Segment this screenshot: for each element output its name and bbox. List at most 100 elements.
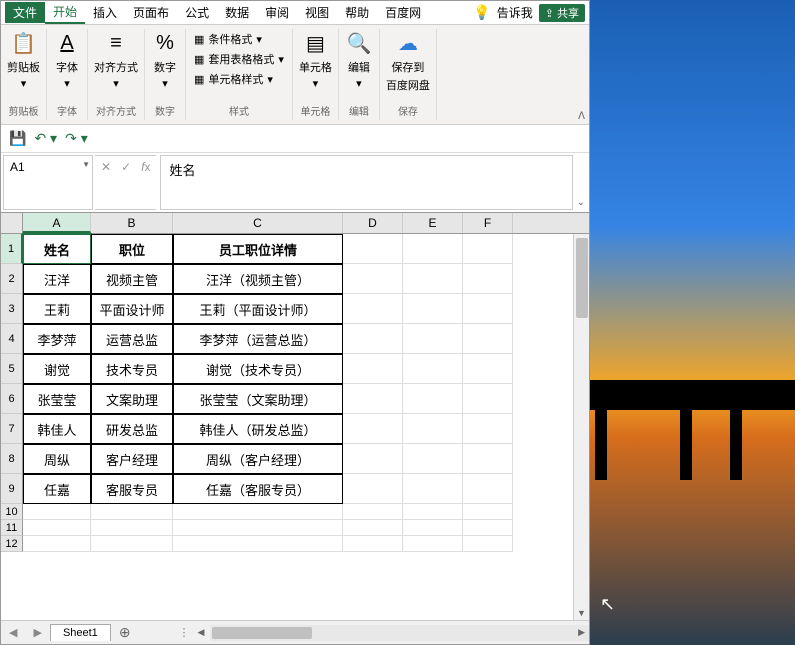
collapse-ribbon-icon[interactable]: ᐱ [578,111,585,122]
col-header-E[interactable]: E [403,213,463,233]
cell-E7[interactable] [403,414,463,444]
cell-B9[interactable]: 客服专员 [91,474,173,504]
share-button[interactable]: ⇪ 共享 [539,4,585,22]
col-header-D[interactable]: D [343,213,403,233]
row-header-10[interactable]: 10 [1,504,23,520]
cell-F4[interactable] [463,324,513,354]
col-header-B[interactable]: B [91,213,173,233]
cells-button[interactable]: ▤ 单元格▾ [299,29,332,90]
cell-C7[interactable]: 韩佳人（研发总监） [173,414,343,444]
cell-C8[interactable]: 周纵（客户经理） [173,444,343,474]
cell-A1[interactable]: 姓名 [23,234,91,264]
cell-A7[interactable]: 韩佳人 [23,414,91,444]
sheet-tab-1[interactable]: Sheet1 [50,624,111,641]
cell-C2[interactable]: 汪洋（视频主管） [173,264,343,294]
cell-D2[interactable] [343,264,403,294]
row-header-12[interactable]: 12 [1,536,23,552]
select-all-corner[interactable] [1,213,23,233]
cell-D4[interactable] [343,324,403,354]
hscroll-left-icon[interactable]: ◀ [198,627,205,638]
col-header-F[interactable]: F [463,213,513,233]
col-header-A[interactable]: A [23,213,91,233]
cell-E1[interactable] [403,234,463,264]
cell-E4[interactable] [403,324,463,354]
cell-D9[interactable] [343,474,403,504]
cell-A3[interactable]: 王莉 [23,294,91,324]
cell-A9[interactable]: 任嘉 [23,474,91,504]
horizontal-scrollbar[interactable]: ◀ ▶ [210,625,589,641]
cell-C1[interactable]: 员工职位详情 [173,234,343,264]
cell-E9[interactable] [403,474,463,504]
row-header-2[interactable]: 2 [1,264,23,294]
cell-F1[interactable] [463,234,513,264]
save-icon[interactable]: 💾 [9,130,26,147]
cell-F9[interactable] [463,474,513,504]
cell-D5[interactable] [343,354,403,384]
add-sheet-icon[interactable]: ⊕ [111,624,139,641]
cell-D1[interactable] [343,234,403,264]
cell-E8[interactable] [403,444,463,474]
tab-nav-next-icon[interactable]: ▶ [25,626,49,639]
tab-help[interactable]: 帮助 [337,2,377,23]
align-button[interactable]: ≡ 对齐方式▾ [94,29,138,90]
cell-C4[interactable]: 李梦萍（运营总监） [173,324,343,354]
tab-insert[interactable]: 插入 [85,2,125,23]
cancel-icon[interactable]: ✕ [101,160,111,174]
cell-A4[interactable]: 李梦萍 [23,324,91,354]
redo-icon[interactable]: ↷ ▾ [65,130,88,147]
cell-C9[interactable]: 任嘉（客服专员） [173,474,343,504]
vscroll-thumb[interactable] [576,238,588,318]
tab-baidu[interactable]: 百度网 [377,2,429,23]
cell-C6[interactable]: 张莹莹（文案助理） [173,384,343,414]
tell-me[interactable]: 告诉我 [497,4,533,21]
undo-icon[interactable]: ↶ ▾ [34,130,57,147]
number-button[interactable]: % 数字▾ [151,29,179,90]
row-header-3[interactable]: 3 [1,294,23,324]
row-header-5[interactable]: 5 [1,354,23,384]
cell-F8[interactable] [463,444,513,474]
cell-D3[interactable] [343,294,403,324]
cell-B8[interactable]: 客户经理 [91,444,173,474]
name-box[interactable]: A1 ▼ [3,155,93,210]
vertical-scrollbar[interactable]: ▼ [573,234,589,620]
cell-B6[interactable]: 文案助理 [91,384,173,414]
tab-data[interactable]: 数据 [217,2,257,23]
cell-A6[interactable]: 张莹莹 [23,384,91,414]
menu-file[interactable]: 文件 [5,2,45,23]
cell-E2[interactable] [403,264,463,294]
save-baidu-button[interactable]: ☁ 保存到 百度网盘 [386,29,430,93]
row-header-6[interactable]: 6 [1,384,23,414]
cell-E3[interactable] [403,294,463,324]
font-button[interactable]: A 字体▾ [53,29,81,90]
tab-page-layout[interactable]: 页面布 [125,2,177,23]
cell-E5[interactable] [403,354,463,384]
fx-icon[interactable]: fx [141,160,150,174]
cell-F2[interactable] [463,264,513,294]
conditional-format-button[interactable]: ▦条件格式 ▾ [194,29,284,49]
cell-B4[interactable]: 运营总监 [91,324,173,354]
cell-B3[interactable]: 平面设计师 [91,294,173,324]
table-format-button[interactable]: ▦套用表格格式 ▾ [194,49,284,69]
tab-view[interactable]: 视图 [297,2,337,23]
clipboard-button[interactable]: 📋 剪贴板▾ [7,29,40,90]
cell-F6[interactable] [463,384,513,414]
name-box-dropdown-icon[interactable]: ▼ [82,160,90,169]
row-header-11[interactable]: 11 [1,520,23,536]
col-header-C[interactable]: C [173,213,343,233]
cell-B5[interactable]: 技术专员 [91,354,173,384]
cell-B7[interactable]: 研发总监 [91,414,173,444]
tab-formulas[interactable]: 公式 [177,2,217,23]
hscroll-right-icon[interactable]: ▶ [578,627,585,638]
cell-F7[interactable] [463,414,513,444]
cell-E6[interactable] [403,384,463,414]
editing-button[interactable]: 🔍 编辑▾ [345,29,373,90]
cell-D7[interactable] [343,414,403,444]
row-header-4[interactable]: 4 [1,324,23,354]
vscroll-down-icon[interactable]: ▼ [574,608,589,618]
row-header-9[interactable]: 9 [1,474,23,504]
formula-expand-icon[interactable]: ⌄ [577,153,589,212]
row-header-8[interactable]: 8 [1,444,23,474]
tab-nav-prev-icon[interactable]: ◀ [1,626,25,639]
formula-input[interactable]: 姓名 [160,155,572,210]
grid-content[interactable]: 1 姓名 职位 员工职位详情 2汪洋视频主管汪洋（视频主管）3王莉平面设计师王莉… [1,234,573,620]
